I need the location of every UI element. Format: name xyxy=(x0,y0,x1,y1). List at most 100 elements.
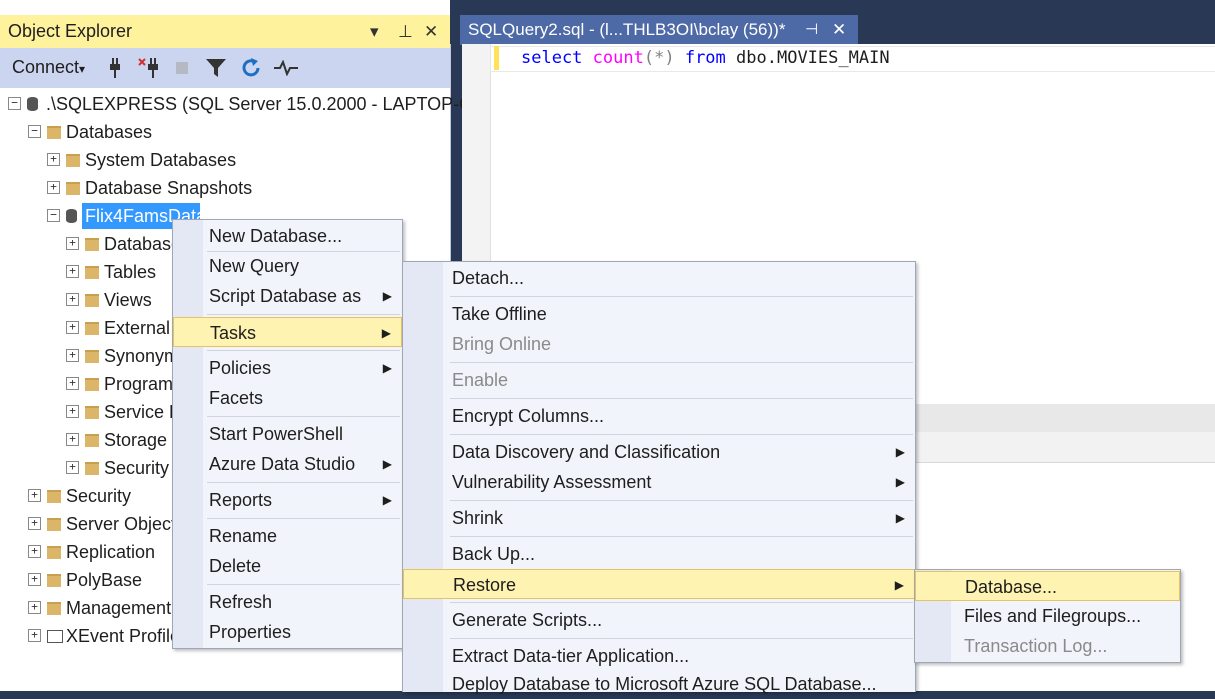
connect-label: Connect xyxy=(12,57,80,77)
expand-icon[interactable]: + xyxy=(47,153,60,166)
restore-menu-item-database[interactable]: Database... xyxy=(915,571,1180,601)
stop-icon[interactable] xyxy=(176,62,190,76)
tree-node[interactable]: + System Databases xyxy=(47,146,450,174)
expand-icon[interactable]: + xyxy=(66,265,79,278)
tasks-menu-item-encrypt-columns[interactable]: Encrypt Columns... xyxy=(403,401,915,431)
menu-separator xyxy=(207,416,400,417)
tree-node[interactable]: + Database Snapshots xyxy=(47,174,450,202)
tree-node-label: Program xyxy=(104,374,174,394)
menu-separator xyxy=(450,536,913,537)
context-menu-item-rename[interactable]: Rename xyxy=(173,521,402,551)
context-menu-item-tasks[interactable]: Tasks ▶ xyxy=(173,317,402,347)
tasks-menu-item-detach[interactable]: Detach... xyxy=(403,263,915,293)
context-menu-item-azure-data-studio[interactable]: Azure Data Studio ▶ xyxy=(173,449,402,479)
connect-plug-icon[interactable] xyxy=(106,58,124,78)
expand-icon[interactable]: + xyxy=(66,237,79,250)
activity-monitor-icon[interactable] xyxy=(274,60,298,76)
folder-icon xyxy=(85,322,99,335)
menu-separator xyxy=(207,518,400,519)
tasks-menu-item-deploy-database-to-microsoft-azure-sql-database[interactable]: Deploy Database to Microsoft Azure SQL D… xyxy=(403,669,915,699)
expand-icon[interactable]: + xyxy=(28,517,41,530)
refresh-icon[interactable] xyxy=(240,57,262,79)
collapse-icon[interactable]: − xyxy=(8,97,21,110)
auto-hide-pin-icon[interactable]: ⊥ xyxy=(398,15,413,48)
tasks-menu-item-take-offline[interactable]: Take Offline xyxy=(403,299,915,329)
menu-item-label: Deploy Database to Microsoft Azure SQL D… xyxy=(452,674,877,694)
tasks-menu-item-extract-data-tier-application[interactable]: Extract Data-tier Application... xyxy=(403,641,915,671)
expand-icon[interactable]: + xyxy=(28,629,41,642)
menu-item-label: Data Discovery and Classification xyxy=(452,442,721,462)
menu-item-label: Shrink xyxy=(452,508,504,528)
tree-node[interactable]: − Databases xyxy=(28,118,450,146)
folder-icon xyxy=(47,126,61,139)
restore-menu-item-files-and-filegroups[interactable]: Files and Filegroups... xyxy=(915,601,1180,631)
context-menu-item-delete[interactable]: Delete xyxy=(173,551,402,581)
menu-separator xyxy=(450,296,913,297)
expand-icon[interactable]: + xyxy=(66,293,79,306)
connect-button[interactable]: Connect▾ xyxy=(12,57,85,78)
close-icon[interactable]: ✕ xyxy=(424,15,438,48)
tab-sqlquery2[interactable]: SQLQuery2.sql - (l...THLB3OI\bclay (56))… xyxy=(460,15,858,45)
menu-separator xyxy=(207,584,400,585)
keyword-select: select xyxy=(521,48,583,68)
expand-icon[interactable]: + xyxy=(66,321,79,334)
expand-icon[interactable]: + xyxy=(28,489,41,502)
context-menu-item-policies[interactable]: Policies ▶ xyxy=(173,353,402,383)
tree-node-label: Management xyxy=(66,598,172,618)
context-menu-item-refresh[interactable]: Refresh xyxy=(173,587,402,617)
tasks-menu-item-shrink[interactable]: Shrink ▶ xyxy=(403,503,915,533)
menu-item-label: Generate Scripts... xyxy=(452,610,603,630)
tasks-menu-item-restore[interactable]: Restore ▶ xyxy=(403,569,915,599)
context-menu-item-properties[interactable]: Properties xyxy=(173,617,402,647)
collapse-icon[interactable]: − xyxy=(28,125,41,138)
context-menu-item-reports[interactable]: Reports ▶ xyxy=(173,485,402,515)
folder-icon xyxy=(85,462,99,475)
code-line-1[interactable]: select count(*) from dbo.MOVIES_MAIN xyxy=(521,47,890,69)
menu-separator xyxy=(450,398,913,399)
expand-icon[interactable]: + xyxy=(66,349,79,362)
submenu-arrow-icon: ▶ xyxy=(894,578,904,592)
expand-icon[interactable]: + xyxy=(28,573,41,586)
tasks-menu-item-back-up[interactable]: Back Up... xyxy=(403,539,915,569)
menu-item-label: Properties xyxy=(209,622,292,642)
collapse-icon[interactable]: − xyxy=(47,209,60,222)
tasks-menu-item-generate-scripts[interactable]: Generate Scripts... xyxy=(403,605,915,635)
context-menu-item-new-query[interactable]: New Query xyxy=(173,251,402,281)
submenu-arrow-icon: ▶ xyxy=(382,361,392,375)
folder-icon xyxy=(47,490,61,503)
context-menu-item-script-database-as[interactable]: Script Database as ▶ xyxy=(173,281,402,311)
context-menu-item-facets[interactable]: Facets xyxy=(173,383,402,413)
tab-close-icon[interactable]: ✕ xyxy=(832,15,846,45)
expand-icon[interactable]: + xyxy=(66,405,79,418)
context-menu-item-new-database[interactable]: New Database... xyxy=(173,221,402,251)
expand-icon[interactable]: + xyxy=(66,377,79,390)
expand-icon[interactable]: + xyxy=(47,181,60,194)
folder-icon xyxy=(85,378,99,391)
menu-item-label: Transaction Log... xyxy=(964,636,1108,656)
context-menu-item-start-powershell[interactable]: Start PowerShell xyxy=(173,419,402,449)
server-icon xyxy=(27,97,38,111)
window-position-dropdown-icon[interactable]: ▾ xyxy=(370,15,379,48)
expand-icon[interactable]: + xyxy=(66,433,79,446)
expand-icon[interactable]: + xyxy=(28,601,41,614)
menu-item-label: Rename xyxy=(209,526,278,546)
disconnect-icon[interactable] xyxy=(138,58,162,78)
menu-item-label: Database... xyxy=(965,577,1058,597)
tasks-menu-item-data-discovery-and-classification[interactable]: Data Discovery and Classification ▶ xyxy=(403,437,915,467)
tasks-menu-item-vulnerability-assessment[interactable]: Vulnerability Assessment ▶ xyxy=(403,467,915,497)
tree-node-label: PolyBase xyxy=(66,570,143,590)
menu-separator xyxy=(207,314,400,315)
filter-icon[interactable] xyxy=(206,59,226,77)
tab-pin-icon[interactable]: ⊣ xyxy=(805,15,818,45)
expand-icon[interactable]: + xyxy=(28,545,41,558)
expand-icon[interactable]: + xyxy=(66,461,79,474)
menu-item-label: New Database... xyxy=(209,226,343,246)
chevron-down-icon: ▾ xyxy=(79,62,86,76)
operator-paren: (*) xyxy=(643,48,675,68)
tree-node-label: XEvent Profile xyxy=(66,626,181,646)
tree-node[interactable]: − .\SQLEXPRESS (SQL Server 15.0.2000 - LA… xyxy=(8,90,484,118)
tree-node-label: Databases xyxy=(66,122,153,142)
tree-node-label: Views xyxy=(104,290,152,310)
restore-submenu: Database... Files and Filegroups... Transa… xyxy=(914,569,1181,663)
folder-icon xyxy=(85,238,99,251)
